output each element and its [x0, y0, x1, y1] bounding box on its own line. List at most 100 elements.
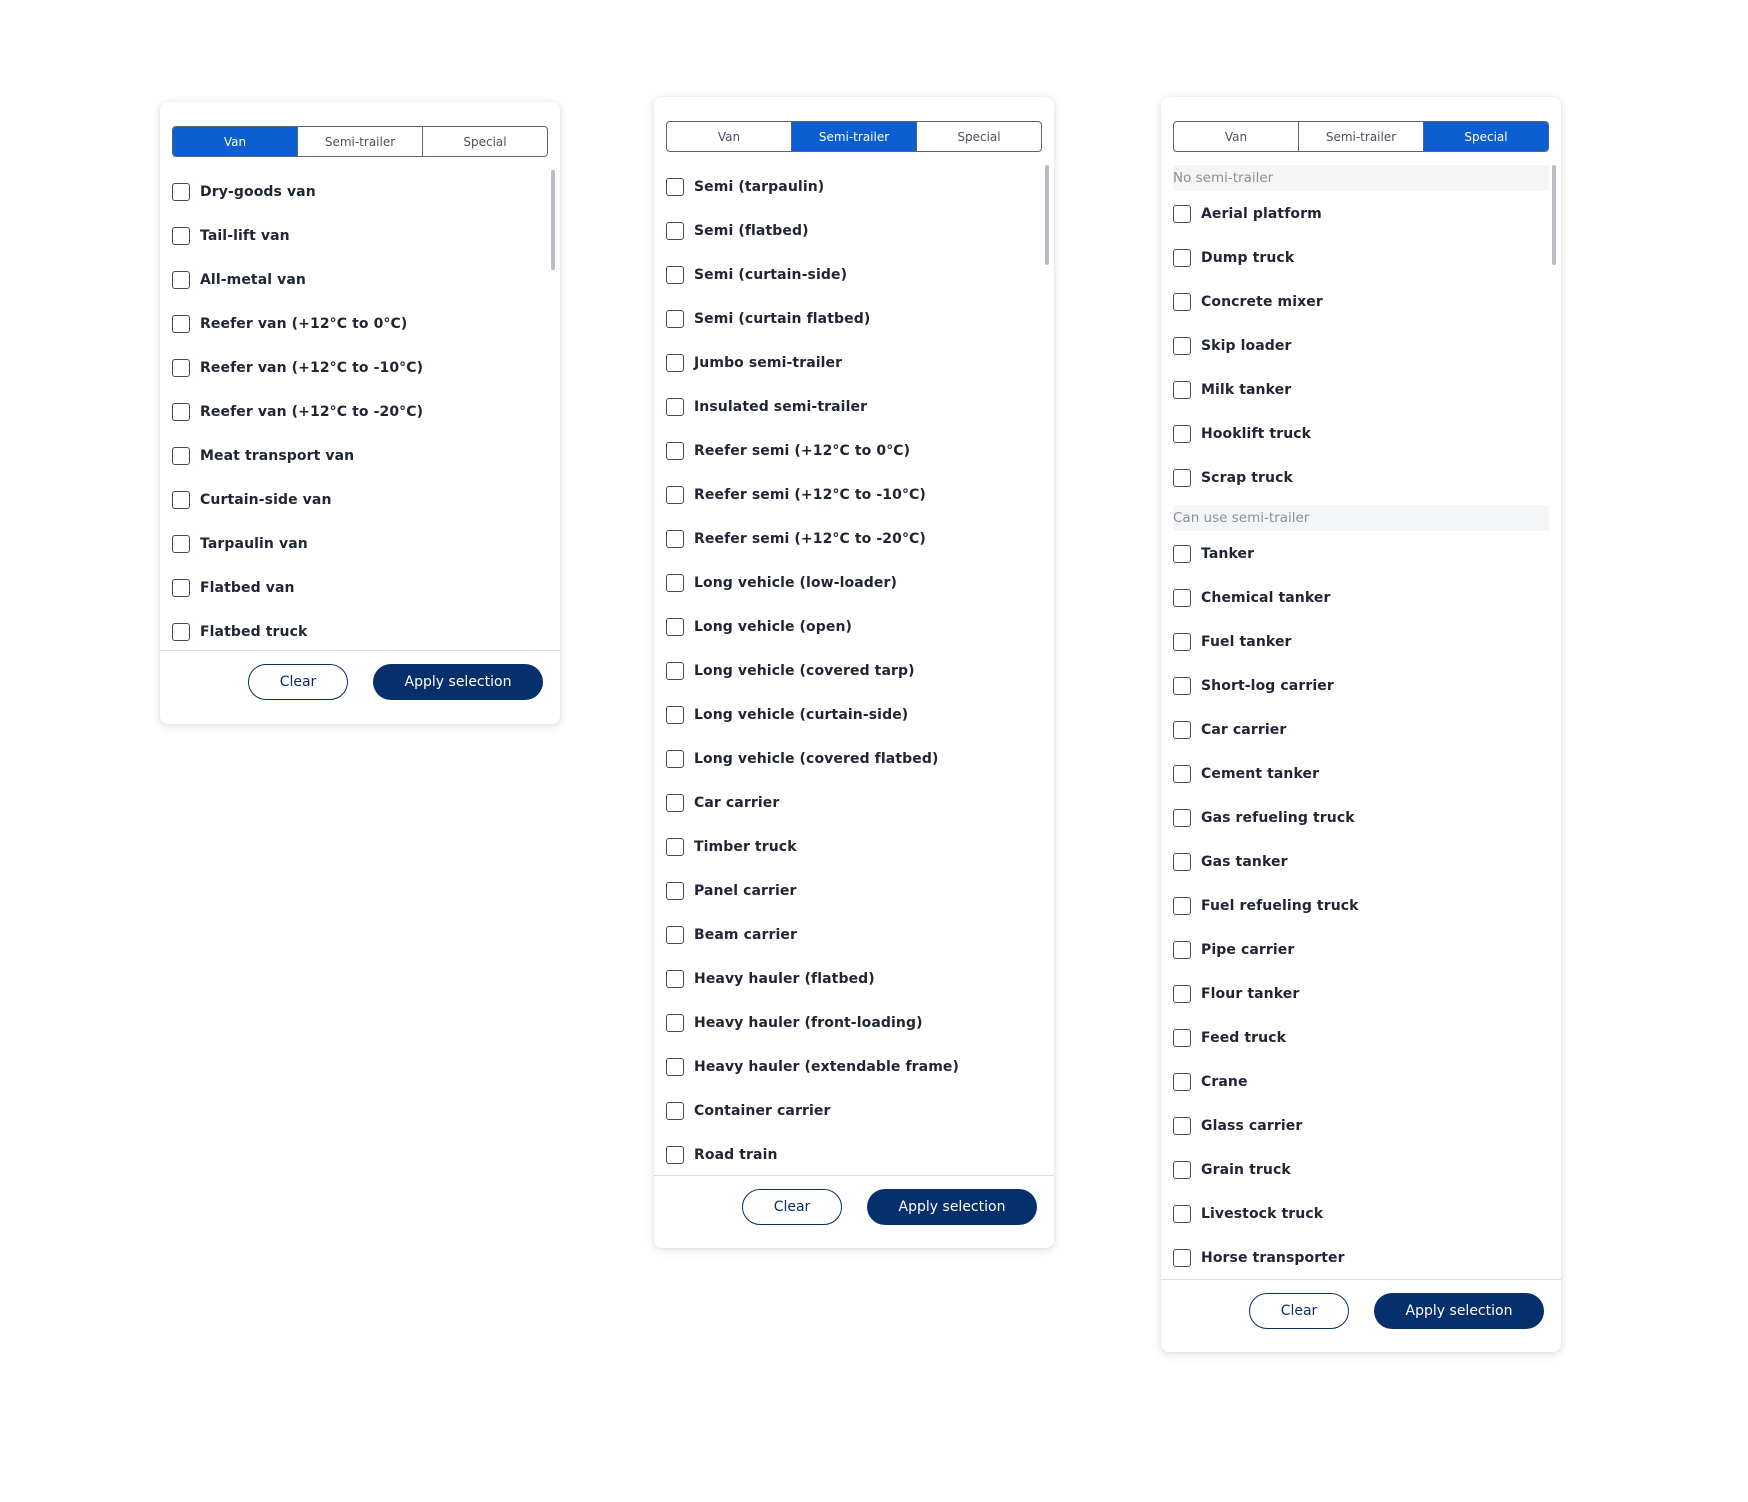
checkbox[interactable] — [1173, 897, 1191, 915]
list-item[interactable]: Car carrier — [1173, 719, 1286, 741]
list-item[interactable]: Jumbo semi-trailer — [666, 352, 842, 374]
tab-semi-trailer[interactable]: Semi-trailer — [792, 122, 917, 151]
checkbox[interactable] — [1173, 469, 1191, 487]
checkbox[interactable] — [1173, 337, 1191, 355]
scrollbar[interactable] — [1045, 165, 1049, 265]
checkbox[interactable] — [666, 1058, 684, 1076]
checkbox[interactable] — [172, 623, 190, 641]
list-item[interactable]: Long vehicle (low-loader) — [666, 572, 897, 594]
checkbox[interactable] — [666, 398, 684, 416]
list-item[interactable]: Feed truck — [1173, 1027, 1286, 1049]
tab-van[interactable]: Van — [173, 127, 298, 156]
apply-selection-button[interactable]: Apply selection — [1374, 1293, 1544, 1329]
list-item[interactable]: Flour tanker — [1173, 983, 1299, 1005]
list-item[interactable]: Heavy hauler (front-loading) — [666, 1012, 923, 1034]
checkbox[interactable] — [1173, 1117, 1191, 1135]
checkbox[interactable] — [666, 1014, 684, 1032]
list-item[interactable]: Skip loader — [1173, 335, 1291, 357]
checkbox[interactable] — [1173, 589, 1191, 607]
scrollbar[interactable] — [551, 170, 555, 270]
checkbox[interactable] — [1173, 545, 1191, 563]
list-item[interactable]: Dry-goods van — [172, 181, 316, 203]
list-item[interactable]: Gas refueling truck — [1173, 807, 1355, 829]
list-item[interactable]: Long vehicle (covered tarp) — [666, 660, 915, 682]
checkbox[interactable] — [172, 315, 190, 333]
checkbox[interactable] — [666, 442, 684, 460]
checkbox[interactable] — [1173, 721, 1191, 739]
checkbox[interactable] — [1173, 381, 1191, 399]
tab-van[interactable]: Van — [1174, 122, 1299, 151]
checkbox[interactable] — [1173, 985, 1191, 1003]
checkbox[interactable] — [1173, 853, 1191, 871]
checkbox[interactable] — [666, 882, 684, 900]
clear-button[interactable]: Clear — [742, 1189, 842, 1225]
checkbox[interactable] — [666, 354, 684, 372]
apply-selection-button[interactable]: Apply selection — [373, 664, 543, 700]
list-item[interactable]: Timber truck — [666, 836, 797, 858]
list-item[interactable]: Heavy hauler (flatbed) — [666, 968, 875, 990]
tab-special[interactable]: Special — [1424, 122, 1548, 151]
list-item[interactable]: Flatbed van — [172, 577, 295, 599]
tab-special[interactable]: Special — [917, 122, 1041, 151]
clear-button[interactable]: Clear — [248, 664, 348, 700]
checkbox[interactable] — [1173, 941, 1191, 959]
list-item[interactable]: Reefer van (+12°C to -10°C) — [172, 357, 423, 379]
tab-van[interactable]: Van — [667, 122, 792, 151]
checkbox[interactable] — [666, 662, 684, 680]
list-item[interactable]: Insulated semi-trailer — [666, 396, 867, 418]
list-item[interactable]: Tail-lift van — [172, 225, 290, 247]
list-item[interactable]: Long vehicle (open) — [666, 616, 852, 638]
list-item[interactable]: Semi (tarpaulin) — [666, 176, 824, 198]
list-item[interactable]: Concrete mixer — [1173, 291, 1323, 313]
list-item[interactable]: Road train — [666, 1144, 778, 1166]
list-item[interactable]: Reefer semi (+12°C to 0°C) — [666, 440, 910, 462]
checkbox[interactable] — [666, 750, 684, 768]
checkbox[interactable] — [172, 579, 190, 597]
list-item[interactable]: All-metal van — [172, 269, 306, 291]
checkbox[interactable] — [666, 970, 684, 988]
list-item[interactable]: Short-log carrier — [1173, 675, 1334, 697]
checkbox[interactable] — [666, 178, 684, 196]
scrollbar[interactable] — [1552, 165, 1556, 265]
list-item[interactable]: Semi (curtain flatbed) — [666, 308, 870, 330]
list-item[interactable]: Glass carrier — [1173, 1115, 1302, 1137]
checkbox[interactable] — [666, 838, 684, 856]
list-item[interactable]: Gas tanker — [1173, 851, 1288, 873]
list-item[interactable]: Heavy hauler (extendable frame) — [666, 1056, 959, 1078]
list-item[interactable]: Reefer van (+12°C to -20°C) — [172, 401, 423, 423]
checkbox[interactable] — [172, 183, 190, 201]
checkbox[interactable] — [666, 926, 684, 944]
checkbox[interactable] — [1173, 293, 1191, 311]
checkbox[interactable] — [1173, 677, 1191, 695]
checkbox[interactable] — [172, 359, 190, 377]
list-item[interactable]: Grain truck — [1173, 1159, 1291, 1181]
checkbox[interactable] — [1173, 633, 1191, 651]
list-item[interactable]: Long vehicle (covered flatbed) — [666, 748, 938, 770]
checkbox[interactable] — [666, 310, 684, 328]
checkbox[interactable] — [1173, 205, 1191, 223]
checkbox[interactable] — [172, 491, 190, 509]
list-item[interactable]: Hooklift truck — [1173, 423, 1311, 445]
list-item[interactable]: Long vehicle (curtain-side) — [666, 704, 908, 726]
checkbox[interactable] — [172, 227, 190, 245]
checkbox[interactable] — [1173, 1161, 1191, 1179]
checkbox[interactable] — [172, 447, 190, 465]
checkbox[interactable] — [1173, 1073, 1191, 1091]
tab-semi-trailer[interactable]: Semi-trailer — [298, 127, 423, 156]
list-item[interactable]: Milk tanker — [1173, 379, 1291, 401]
checkbox[interactable] — [1173, 425, 1191, 443]
list-item[interactable]: Meat transport van — [172, 445, 354, 467]
list-item[interactable]: Tanker — [1173, 543, 1254, 565]
checkbox[interactable] — [172, 271, 190, 289]
checkbox[interactable] — [1173, 809, 1191, 827]
list-item[interactable]: Aerial platform — [1173, 203, 1322, 225]
list-item[interactable]: Reefer van (+12°C to 0°C) — [172, 313, 407, 335]
list-item[interactable]: Dump truck — [1173, 247, 1294, 269]
list-item[interactable]: Horse transporter — [1173, 1247, 1345, 1269]
list-item[interactable]: Semi (flatbed) — [666, 220, 809, 242]
checkbox[interactable] — [666, 530, 684, 548]
checkbox[interactable] — [1173, 1029, 1191, 1047]
list-item[interactable]: Fuel refueling truck — [1173, 895, 1359, 917]
tab-semi-trailer[interactable]: Semi-trailer — [1299, 122, 1424, 151]
list-item[interactable]: Reefer semi (+12°C to -10°C) — [666, 484, 926, 506]
